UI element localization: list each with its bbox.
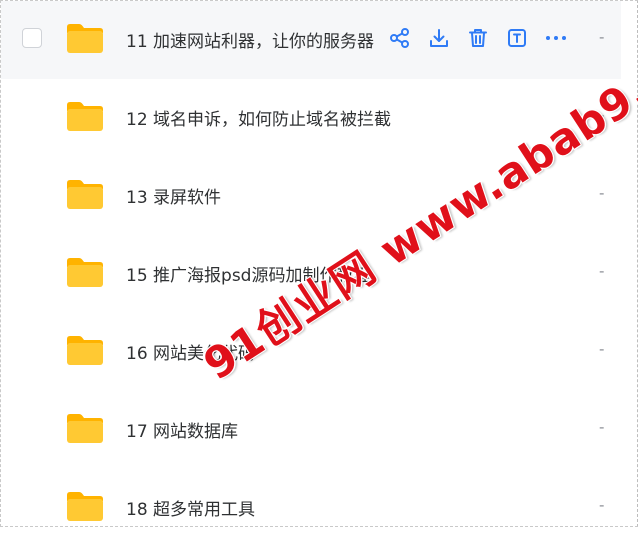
- file-row[interactable]: 13 录屏软件 -: [1, 157, 621, 235]
- file-name[interactable]: 16 网站美化代码: [126, 339, 255, 364]
- folder-icon: [67, 102, 103, 131]
- folder-icon: [67, 258, 103, 287]
- file-row[interactable]: 12 域名申诉，如何防止域名被拦截 -: [1, 79, 621, 157]
- file-size: -: [599, 28, 605, 46]
- rename-icon: [508, 29, 526, 47]
- file-size: -: [599, 340, 605, 358]
- file-name[interactable]: 18 超多常用工具: [126, 495, 255, 520]
- file-row[interactable]: 17 网站数据库 -: [1, 391, 621, 469]
- file-size: -: [599, 262, 605, 280]
- file-size: -: [599, 496, 605, 514]
- share-icon: [390, 28, 409, 48]
- folder-icon: [67, 24, 103, 53]
- folder-icon: [67, 414, 103, 443]
- rename-button[interactable]: [504, 25, 530, 51]
- file-row[interactable]: 15 推广海报psd源码加制作教程 -: [1, 235, 621, 313]
- file-size: -: [599, 184, 605, 202]
- row-checkbox[interactable]: [22, 28, 42, 48]
- file-name[interactable]: 15 推广海报psd源码加制作教程: [126, 261, 370, 286]
- more-button[interactable]: [543, 25, 569, 51]
- file-row[interactable]: 16 网站美化代码 -: [1, 313, 621, 391]
- more-icon: [546, 36, 566, 40]
- download-button[interactable]: [426, 25, 452, 51]
- file-name[interactable]: 12 域名申诉，如何防止域名被拦截: [126, 105, 391, 130]
- folder-icon: [67, 492, 103, 521]
- file-name[interactable]: 17 网站数据库: [126, 417, 238, 442]
- folder-icon: [67, 336, 103, 365]
- file-row[interactable]: 11 加速网站利器，让你的服务器 -: [1, 1, 621, 79]
- trash-icon: [469, 29, 487, 47]
- file-size: -: [599, 418, 605, 436]
- file-name[interactable]: 13 录屏软件: [126, 183, 221, 208]
- file-list: 11 加速网站利器，让你的服务器 - 12 域名申诉，如何防止域名被拦截 - 1…: [1, 1, 621, 547]
- row-actions: [387, 25, 582, 51]
- folder-icon: [67, 180, 103, 209]
- file-name[interactable]: 11 加速网站利器，让你的服务器: [126, 27, 383, 52]
- file-size: -: [599, 106, 605, 124]
- download-icon: [430, 29, 448, 47]
- file-row[interactable]: 18 超多常用工具 -: [1, 469, 621, 547]
- share-button[interactable]: [387, 25, 413, 51]
- delete-button[interactable]: [465, 25, 491, 51]
